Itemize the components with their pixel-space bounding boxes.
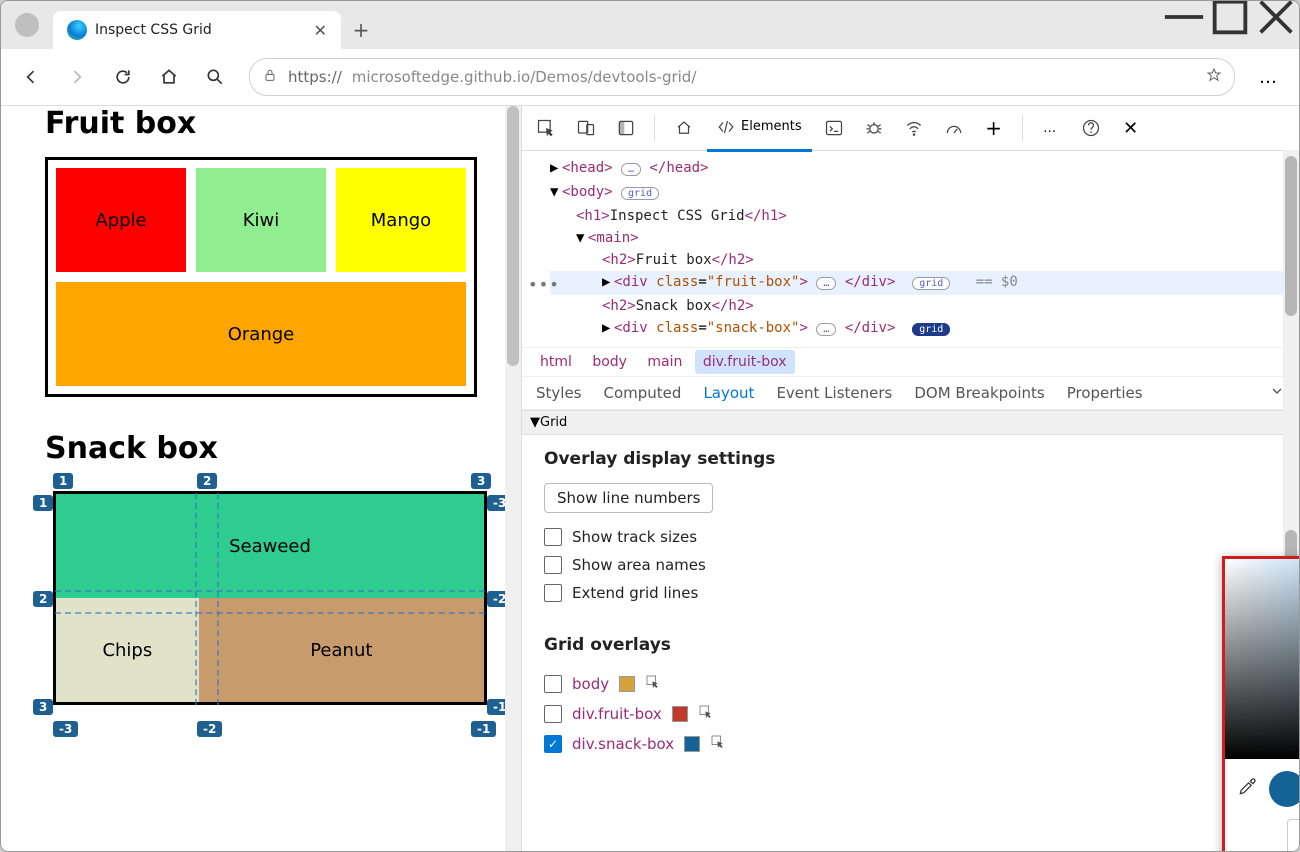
grid-num: -1 bbox=[471, 721, 496, 737]
window-close-icon[interactable] bbox=[1253, 1, 1299, 33]
crumb-selected[interactable]: div.fruit-box bbox=[695, 350, 795, 374]
url-text: microsoftedge.github.io/Demos/devtools-g… bbox=[352, 68, 697, 86]
favorite-star-icon[interactable] bbox=[1206, 67, 1222, 87]
dom-row-actions-icon[interactable]: ••• bbox=[528, 274, 560, 296]
tab-properties[interactable]: Properties bbox=[1067, 384, 1143, 402]
grid-num: 2 bbox=[197, 473, 217, 489]
device-emulation-icon[interactable] bbox=[568, 110, 604, 146]
overlay-body-swatch[interactable] bbox=[619, 676, 635, 692]
heading-snack: Snack box bbox=[45, 431, 477, 466]
more-tabs-icon[interactable]: + bbox=[976, 110, 1012, 146]
reveal-icon[interactable] bbox=[710, 734, 726, 754]
grid-section-header[interactable]: ▼Grid bbox=[522, 410, 1299, 435]
fruit-box: Apple Kiwi Mango Orange bbox=[45, 157, 477, 397]
devtools-close-icon[interactable]: ✕ bbox=[1113, 110, 1149, 146]
console-icon[interactable] bbox=[816, 110, 852, 146]
help-icon[interactable] bbox=[1073, 110, 1109, 146]
tab-event-listeners[interactable]: Event Listeners bbox=[776, 384, 892, 402]
dock-side-icon[interactable] bbox=[608, 110, 644, 146]
browser-tab[interactable]: Inspect CSS Grid ✕ bbox=[53, 11, 341, 49]
page-scrollbar[interactable] bbox=[505, 106, 521, 852]
grid-num: 3 bbox=[471, 473, 491, 489]
checkbox-snack-box[interactable]: ✓ bbox=[544, 735, 562, 753]
reveal-icon[interactable] bbox=[698, 704, 714, 724]
overlay-snack-label[interactable]: div.snack-box bbox=[572, 735, 674, 753]
reveal-icon[interactable] bbox=[645, 674, 661, 694]
title-bar: Inspect CSS Grid ✕ + bbox=[1, 1, 1299, 49]
crumb-main[interactable]: main bbox=[639, 350, 690, 374]
overlay-fruit-swatch[interactable] bbox=[672, 706, 688, 722]
tab-styles[interactable]: Styles bbox=[536, 384, 582, 402]
checkbox-extend-lines[interactable] bbox=[544, 584, 562, 602]
color-picker-popover: 19 99 150 R G B bbox=[1222, 556, 1300, 852]
devtools-tabbar: Elements + … ✕ bbox=[522, 106, 1299, 151]
breadcrumb: html body main div.fruit-box bbox=[522, 347, 1299, 377]
tab-close-icon[interactable]: ✕ bbox=[314, 21, 327, 40]
dom-selected-row[interactable]: ••• ▶<div class="fruit-box"> … </div> gr… bbox=[550, 271, 1299, 295]
styles-tabbar: Styles Computed Layout Event Listeners D… bbox=[522, 377, 1299, 410]
overlay-snack-swatch[interactable] bbox=[684, 736, 700, 752]
refresh-button[interactable] bbox=[103, 57, 143, 97]
heading-fruit: Fruit box bbox=[45, 106, 477, 141]
tab-welcome[interactable] bbox=[665, 106, 703, 150]
grid-num: -2 bbox=[197, 721, 222, 737]
cell-seaweed: Seaweed bbox=[56, 494, 484, 598]
cell-orange: Orange bbox=[56, 282, 466, 386]
performance-icon[interactable] bbox=[936, 110, 972, 146]
profile-avatar[interactable] bbox=[15, 13, 39, 37]
grid-num: 1 bbox=[33, 495, 53, 511]
tab-dom-breakpoints[interactable]: DOM Breakpoints bbox=[914, 384, 1044, 402]
grid-num: 1 bbox=[53, 473, 73, 489]
tab-layout[interactable]: Layout bbox=[703, 384, 754, 402]
page-viewport[interactable]: Fruit box Apple Kiwi Mango Orange Snack … bbox=[1, 106, 522, 852]
edge-favicon bbox=[67, 20, 87, 40]
address-bar[interactable]: https:// microsoftedge.github.io/Demos/de… bbox=[249, 58, 1235, 96]
cell-apple: Apple bbox=[56, 168, 186, 272]
grid-num: 2 bbox=[33, 591, 53, 607]
grid-overlays-header: Grid overlays bbox=[544, 635, 1277, 655]
tab-computed[interactable]: Computed bbox=[604, 384, 682, 402]
window-maximize-icon[interactable] bbox=[1207, 1, 1253, 33]
crumb-html[interactable]: html bbox=[532, 350, 580, 374]
color-preview bbox=[1269, 771, 1300, 807]
back-button[interactable] bbox=[11, 57, 51, 97]
grid-num: 3 bbox=[33, 699, 53, 715]
checkbox-body[interactable] bbox=[544, 675, 562, 693]
line-numbers-select[interactable]: Show line numbers bbox=[544, 483, 713, 513]
url-protocol: https:// bbox=[288, 68, 342, 86]
overlay-body-label[interactable]: body bbox=[572, 675, 609, 693]
search-button[interactable] bbox=[195, 57, 235, 97]
eyedropper-icon[interactable] bbox=[1237, 777, 1257, 801]
color-r-input[interactable]: 19 bbox=[1287, 819, 1300, 852]
grid-badge[interactable]: grid bbox=[912, 277, 950, 290]
inspect-element-icon[interactable] bbox=[528, 110, 564, 146]
devtools-panel: Elements + … ✕ ▶<head> … </head> ▼<body>… bbox=[522, 106, 1299, 852]
tab-title: Inspect CSS Grid bbox=[95, 22, 306, 38]
tab-elements-label: Elements bbox=[741, 119, 802, 134]
forward-button[interactable] bbox=[57, 57, 97, 97]
home-button[interactable] bbox=[149, 57, 189, 97]
cell-mango: Mango bbox=[336, 168, 466, 272]
checkbox-area-names[interactable] bbox=[544, 556, 562, 574]
checkbox-track-sizes[interactable] bbox=[544, 528, 562, 546]
checkbox-fruit-box[interactable] bbox=[544, 705, 562, 723]
new-tab-button[interactable]: + bbox=[341, 11, 381, 49]
overlay-settings-header: Overlay display settings bbox=[544, 449, 1277, 469]
sources-bug-icon[interactable] bbox=[856, 110, 892, 146]
color-sv-field[interactable] bbox=[1225, 559, 1300, 759]
grid-badge-active[interactable]: grid bbox=[912, 323, 950, 336]
grid-num: -3 bbox=[53, 721, 78, 737]
overlay-fruit-label[interactable]: div.fruit-box bbox=[572, 705, 662, 723]
settings-more-icon[interactable]: … bbox=[1033, 110, 1069, 146]
network-icon[interactable] bbox=[896, 110, 932, 146]
crumb-body[interactable]: body bbox=[584, 350, 635, 374]
toolbar: https:// microsoftedge.github.io/Demos/de… bbox=[1, 49, 1299, 106]
cell-kiwi: Kiwi bbox=[196, 168, 326, 272]
grid-gap-horizontal bbox=[55, 590, 485, 614]
more-button[interactable]: … bbox=[1249, 57, 1289, 97]
window-minimize-icon[interactable] bbox=[1161, 1, 1207, 33]
dom-tree[interactable]: ▶<head> … </head> ▼<body> grid <h1>Inspe… bbox=[522, 151, 1299, 347]
site-lock-icon[interactable] bbox=[262, 67, 278, 87]
tab-elements[interactable]: Elements bbox=[707, 105, 812, 152]
